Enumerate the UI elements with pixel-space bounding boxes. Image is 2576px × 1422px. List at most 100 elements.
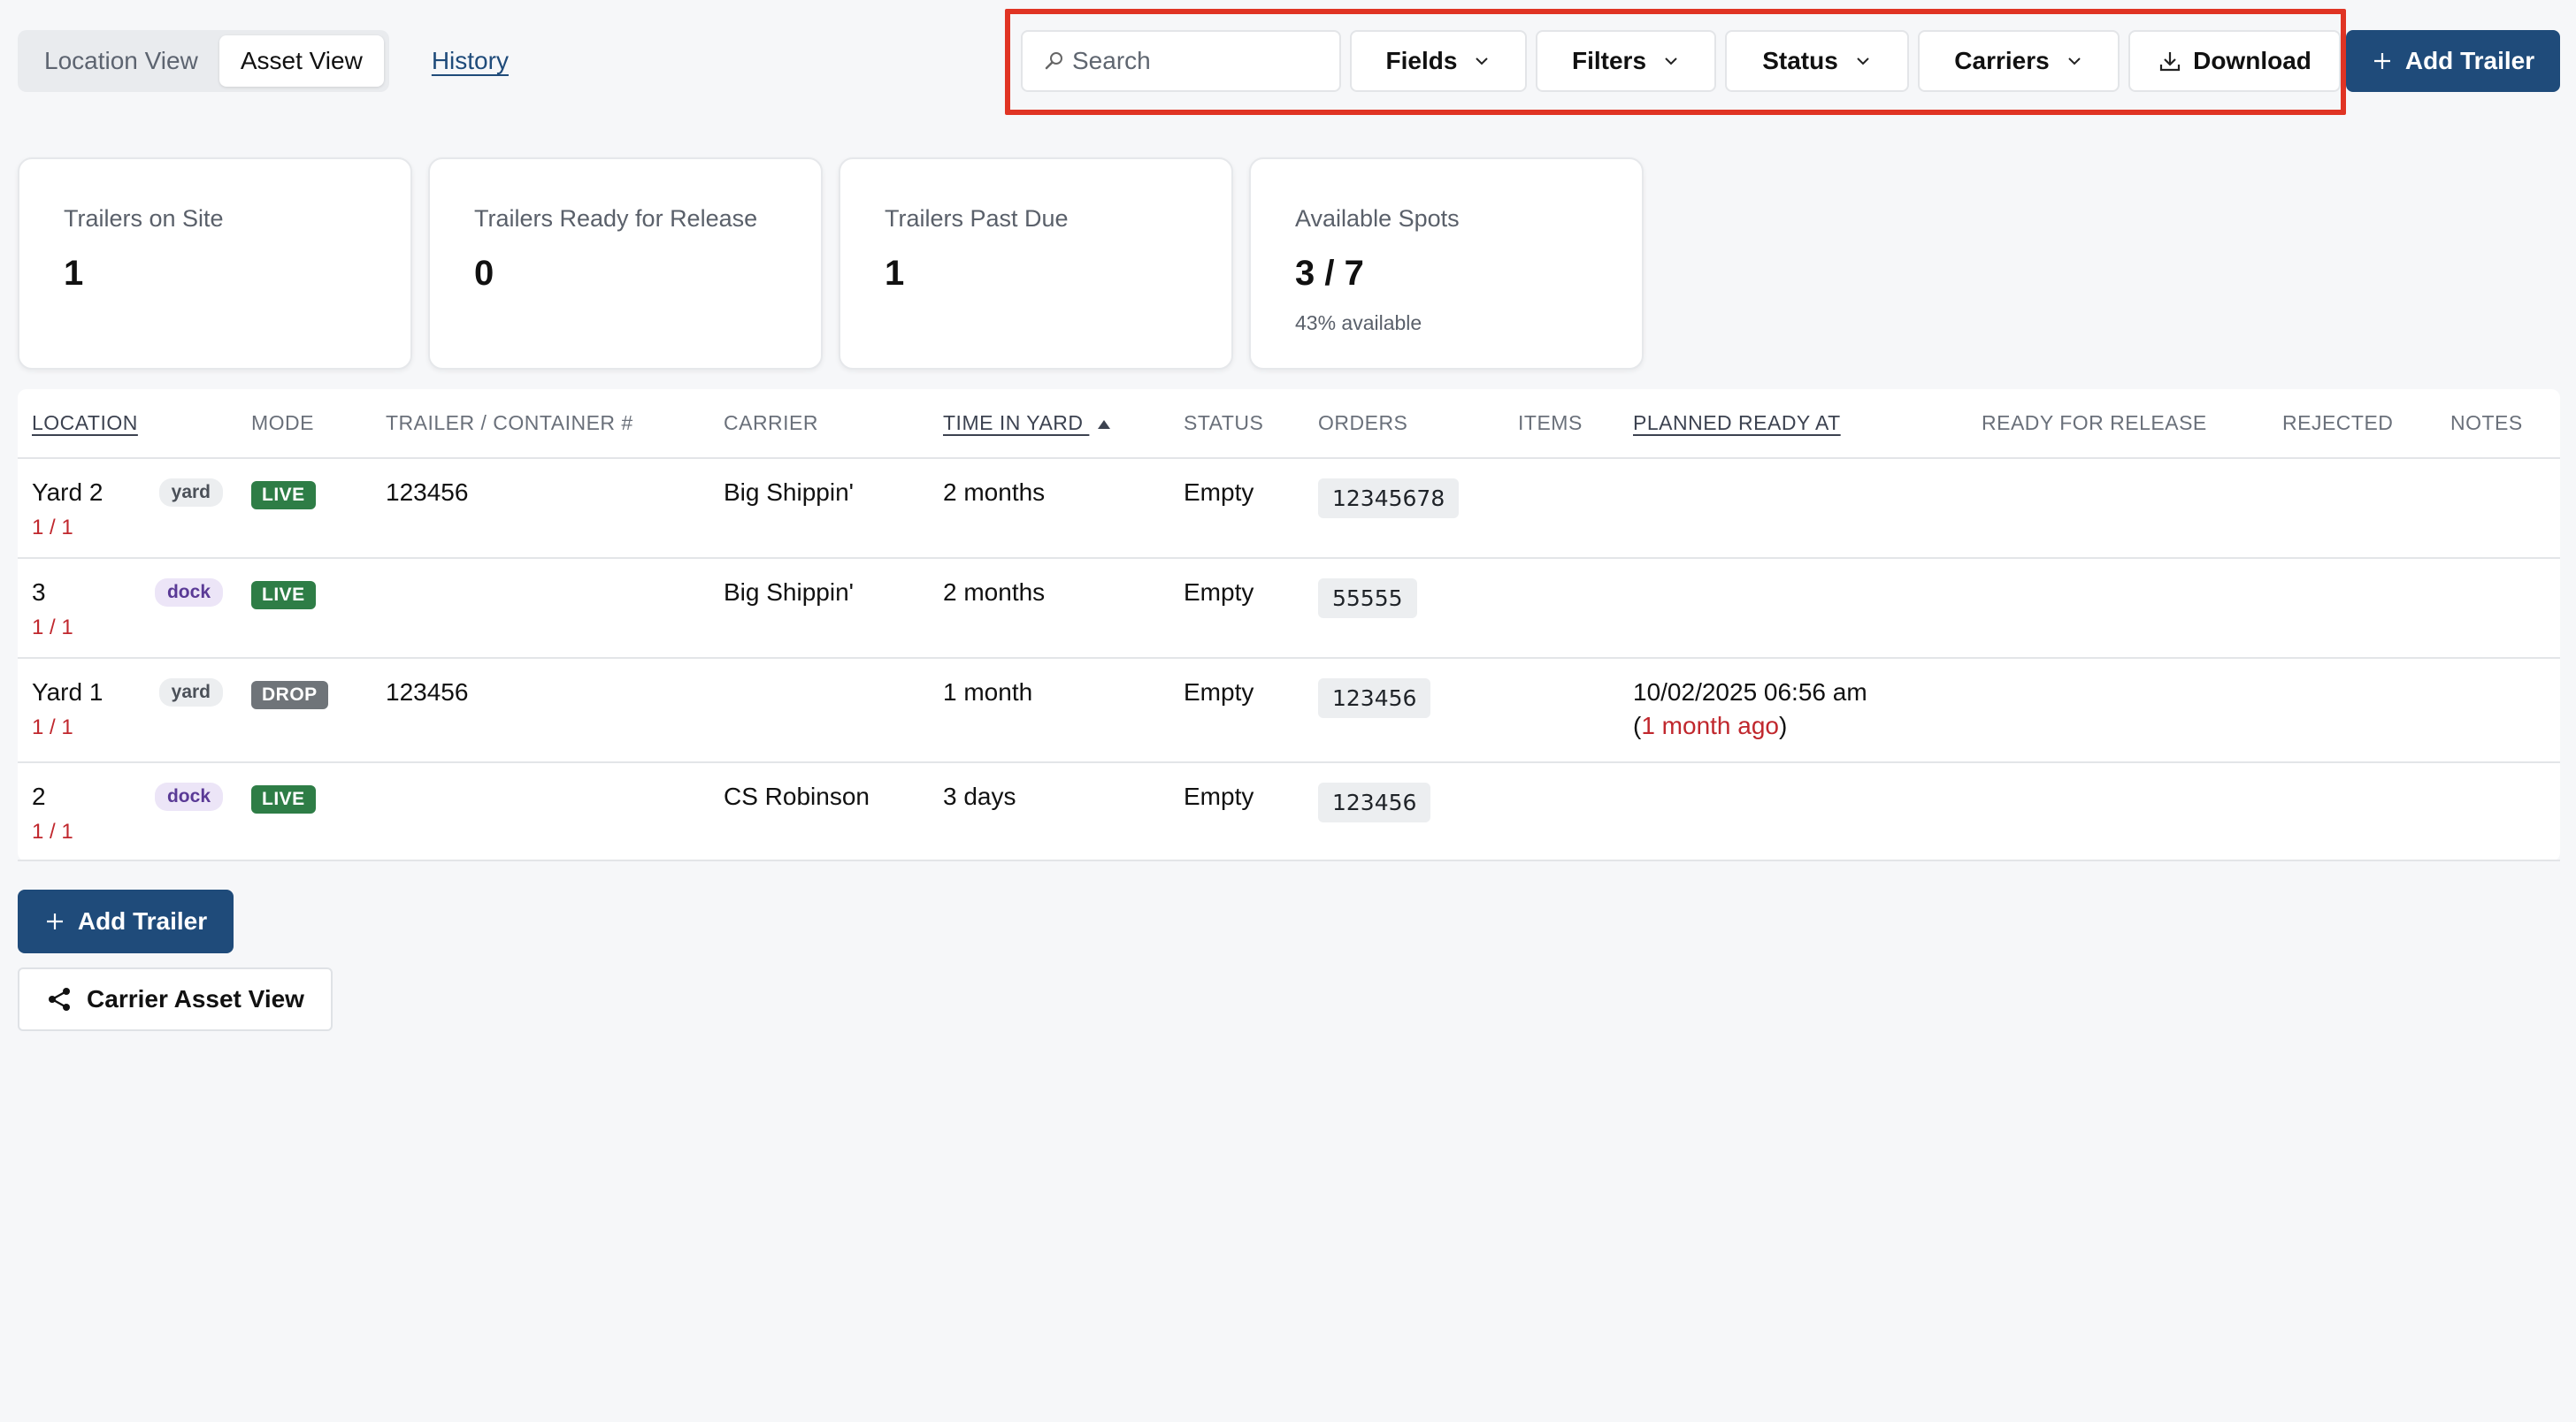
location-cell: 3 1 / 1 dock (18, 558, 237, 659)
filters-dropdown[interactable]: Filters (1536, 30, 1716, 92)
location-type-tag: yard (158, 478, 223, 507)
carrier-asset-view-button[interactable]: Carrier Asset View (18, 967, 333, 1031)
carriers-dropdown[interactable]: Carriers (1918, 30, 2120, 92)
stat-value: 1 (64, 254, 84, 293)
planned-ready-relative: (1 month ago) (1633, 712, 1788, 739)
add-trailer-label: Add Trailer (77, 907, 208, 935)
header-rejected: REJECTED (2268, 389, 2436, 459)
status-cell: Empty (1169, 762, 1304, 861)
table-header-row: LOCATION MODE TRAILER / CONTAINER # CARR… (18, 389, 2560, 459)
status-label: Status (1762, 47, 1838, 74)
header-time-in-yard[interactable]: TIME IN YARD (929, 389, 1169, 459)
download-label: Download (2193, 47, 2312, 74)
rejected-cell (2268, 558, 2436, 659)
trailers-table: LOCATION MODE TRAILER / CONTAINER # CARR… (18, 389, 2560, 861)
search-input[interactable] (1072, 47, 1338, 75)
items-cell (1504, 458, 1619, 559)
header-location[interactable]: LOCATION (18, 389, 237, 459)
notes-cell (2436, 458, 2560, 559)
asset-view-tab[interactable]: Asset View (218, 35, 384, 87)
order-chip[interactable]: 55555 (1318, 578, 1417, 618)
stat-label: Trailers Ready for Release (474, 205, 758, 232)
header-items: ITEMS (1504, 389, 1619, 459)
chevron-down-icon (2067, 57, 2081, 65)
planned-ready-relative-text: 1 month ago (1641, 712, 1779, 739)
header-time-in-yard-label: TIME IN YARD (943, 411, 1084, 434)
header-carrier: CARRIER (709, 389, 929, 459)
ready-for-release-cell (1967, 458, 2268, 559)
view-switcher-bar: Location View Asset View History (18, 30, 509, 92)
stat-card-past-due: Trailers Past Due 1 (839, 157, 1233, 370)
time-in-yard-cell: 2 months (929, 558, 1169, 659)
stat-sub: 43% available (1295, 311, 1422, 334)
carrier-asset-view-label: Carrier Asset View (87, 985, 304, 1013)
trailer-cell (372, 558, 709, 659)
trailer-cell: 123456 (372, 658, 709, 763)
download-button[interactable]: Download (2128, 30, 2341, 92)
view-toggle: Location View Asset View (18, 30, 389, 92)
chevron-down-icon (1665, 57, 1677, 65)
filters-label: Filters (1571, 47, 1647, 74)
notes-cell (2436, 658, 2560, 763)
stat-label: Available Spots (1295, 205, 1460, 232)
table-row[interactable]: 3 1 / 1 dock LIVE Big Shippin' 2 months … (18, 558, 2560, 659)
mode-badge: LIVE (251, 581, 316, 609)
add-trailer-label: Add Trailer (2404, 47, 2535, 74)
carrier-cell: CS Robinson (709, 762, 929, 861)
trailer-cell (372, 762, 709, 861)
table-row[interactable]: Yard 2 1 / 1 yard LIVE 123456 Big Shippi… (18, 458, 2560, 559)
download-icon (2160, 52, 2181, 72)
search-box[interactable] (1021, 30, 1341, 92)
status-dropdown[interactable]: Status (1725, 30, 1909, 92)
items-cell (1504, 762, 1619, 861)
header-orders: ORDERS (1304, 389, 1504, 459)
order-chip[interactable]: 123456 (1318, 678, 1431, 718)
location-name: Yard 1 (32, 678, 104, 706)
toolbar: Fields Filters Status Carriers Download (1021, 30, 2341, 92)
plus-icon (46, 914, 63, 929)
ready-for-release-cell (1967, 658, 2268, 763)
stat-label: Trailers on Site (64, 205, 224, 232)
order-chip[interactable]: 123456 (1318, 783, 1431, 822)
add-trailer-button-bottom[interactable]: Add Trailer (18, 890, 234, 953)
header-status: STATUS (1169, 389, 1304, 459)
time-in-yard-cell: 2 months (929, 458, 1169, 559)
planned-ready-cell (1619, 558, 1967, 659)
status-cell: Empty (1169, 458, 1304, 559)
location-fraction: 1 / 1 (32, 615, 73, 639)
order-chip[interactable]: 12345678 (1318, 478, 1460, 518)
carrier-cell (709, 658, 929, 763)
chevron-down-icon (1476, 57, 1489, 65)
location-name: Yard 2 (32, 478, 104, 506)
planned-ready-cell: 10/02/2025 06:56 am (1 month ago) (1619, 658, 1967, 763)
planned-ready-date: 10/02/2025 06:56 am (1633, 678, 1867, 706)
ready-for-release-cell (1967, 762, 2268, 861)
location-type-tag: dock (154, 783, 223, 811)
add-trailer-button-top[interactable]: Add Trailer (2346, 30, 2560, 92)
stat-value: 3 / 7 (1295, 254, 1364, 293)
stat-value: 1 (885, 254, 905, 293)
mode-badge: DROP (251, 681, 328, 709)
mode-badge: LIVE (251, 785, 316, 814)
location-name: 2 (32, 783, 46, 810)
history-link[interactable]: History (432, 47, 509, 75)
plus-icon (2373, 53, 2390, 69)
header-planned-ready-at[interactable]: PLANNED READY AT (1619, 389, 1967, 459)
mode-badge: LIVE (251, 481, 316, 509)
location-name: 3 (32, 578, 46, 606)
items-cell (1504, 658, 1619, 763)
time-in-yard-cell: 1 month (929, 658, 1169, 763)
sort-asc-icon (1098, 419, 1111, 429)
location-fraction: 1 / 1 (32, 715, 73, 739)
chevron-down-icon (1857, 57, 1869, 65)
stats-row: Trailers on Site 1 Trailers Ready for Re… (18, 157, 1644, 370)
table-row[interactable]: 2 1 / 1 dock LIVE CS Robinson 3 days Emp… (18, 762, 2560, 861)
search-icon (1045, 52, 1062, 70)
location-view-tab[interactable]: Location View (23, 35, 219, 87)
header-notes: NOTES (2436, 389, 2560, 459)
fields-dropdown[interactable]: Fields (1350, 30, 1527, 92)
table-row[interactable]: Yard 1 1 / 1 yard DROP 123456 1 month Em… (18, 658, 2560, 763)
fields-label: Fields (1385, 47, 1458, 74)
location-type-tag: yard (158, 678, 223, 707)
carrier-cell: Big Shippin' (709, 558, 929, 659)
